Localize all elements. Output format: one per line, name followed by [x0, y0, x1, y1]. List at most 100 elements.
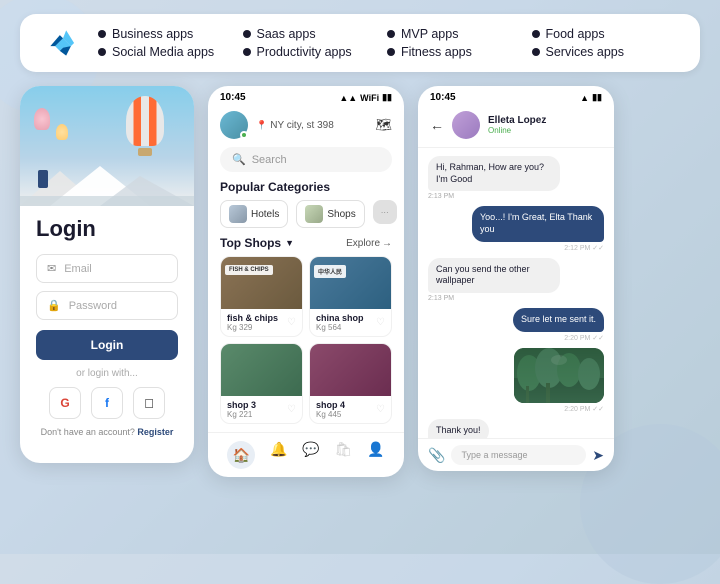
- heart-icon-2[interactable]: ♡: [376, 317, 385, 328]
- search-bar[interactable]: 🔍 Search: [220, 147, 392, 172]
- back-button[interactable]: ←: [430, 117, 444, 133]
- image-overlay: [514, 348, 604, 403]
- or-text: or login with...: [36, 368, 178, 379]
- heart-icon-1[interactable]: ♡: [287, 317, 296, 328]
- shop-info-4: shop 4 Kg 445 ♡: [310, 396, 391, 423]
- hotels-chip[interactable]: Hotels: [220, 200, 288, 228]
- message-input[interactable]: Type a message: [451, 445, 586, 465]
- shop-info-2: china shop Kg 564 ♡: [310, 309, 391, 336]
- chat-status: Online: [488, 126, 602, 135]
- login-title: Login: [36, 216, 178, 242]
- location-info: 📍 NY city, st 398: [256, 120, 367, 131]
- online-dot: [240, 131, 248, 139]
- category-social[interactable]: Social Media apps: [98, 45, 243, 59]
- status-bar-chat: 10:45 ▲ ▮▮: [418, 86, 614, 107]
- password-placeholder: Password: [69, 300, 117, 312]
- shop-price-4: Kg 445: [316, 410, 345, 419]
- nav-bag[interactable]: 🛍: [335, 441, 353, 469]
- shop-name-4: shop 4: [316, 400, 345, 410]
- shops-img: [305, 205, 323, 223]
- heart-icon-4[interactable]: ♡: [376, 404, 385, 415]
- person-figure: [38, 170, 48, 188]
- food-header: 📍 NY city, st 398 🗺: [208, 107, 404, 147]
- shops-chip[interactable]: Shops: [296, 200, 364, 228]
- login-button[interactable]: Login: [36, 330, 178, 360]
- main-content: Login ✉ Email 🔒 Password Login or login …: [0, 72, 720, 477]
- register-link[interactable]: Register: [137, 427, 173, 437]
- msg-time-3: 2:13 PM: [428, 295, 454, 302]
- hotels-label: Hotels: [251, 209, 279, 220]
- category-food[interactable]: Food apps: [532, 27, 677, 41]
- battery-chat-icon: ▮▮: [592, 92, 602, 103]
- send-button[interactable]: ➤: [592, 447, 604, 464]
- top-bar: Business apps Saas apps MVP apps Food ap…: [20, 14, 700, 72]
- more-categories-chip[interactable]: ···: [373, 200, 397, 224]
- email-field[interactable]: ✉ Email: [36, 254, 178, 283]
- register-text: Don't have an account? Register: [36, 427, 178, 437]
- shop-image-2: 中华人民: [310, 257, 391, 309]
- categories-row: Hotels Shops ···: [208, 200, 404, 236]
- main-balloon: [126, 96, 164, 156]
- shop-sign-2: 中华人民: [314, 265, 346, 278]
- top-shops-header: Top Shops ▼ Explore →: [208, 236, 404, 256]
- msg-time-5: 2:20 PM ✓✓: [564, 405, 604, 413]
- battery-icon: ▮▮: [382, 92, 392, 103]
- time-chat: 10:45: [430, 92, 456, 103]
- shops-label: Shops: [327, 209, 355, 220]
- food-phone: 10:45 ▲▲ WiFi ▮▮ 📍 NY city, st 398 🗺: [208, 86, 404, 477]
- social-login-buttons: G f : [36, 387, 178, 419]
- apple-login-button[interactable]: : [133, 387, 165, 419]
- chat-username: Elleta Lopez: [488, 115, 602, 126]
- category-mvp[interactable]: MVP apps: [387, 27, 532, 41]
- category-saas[interactable]: Saas apps: [243, 27, 388, 41]
- nav-profile[interactable]: 👤: [367, 441, 384, 469]
- cat-dot: [387, 30, 395, 38]
- cat-dot: [98, 48, 106, 56]
- wifi-chat-icon: ▲: [580, 93, 589, 103]
- category-productivity[interactable]: Productivity apps: [243, 45, 388, 59]
- cat-dot: [243, 48, 251, 56]
- msg-time-2: 2:12 PM ✓✓: [564, 244, 604, 252]
- msg-group-3: Can you send the other wallpaper 2:13 PM: [428, 258, 604, 302]
- explore-link[interactable]: Explore →: [346, 238, 392, 249]
- facebook-login-button[interactable]: f: [91, 387, 123, 419]
- category-fitness[interactable]: Fitness apps: [387, 45, 532, 59]
- shop-info-1: fish & chips Kg 329 ♡: [221, 309, 302, 336]
- category-business[interactable]: Business apps: [98, 27, 243, 41]
- email-icon: ✉: [47, 262, 56, 275]
- location-pin-icon: 📍: [256, 120, 267, 131]
- shop-grid: FISH & CHIPS fish & chips Kg 329 ♡ 中华人民: [208, 256, 404, 432]
- chat-messages: Hi, Rahman, How are you? I'm Good 2:13 P…: [418, 148, 614, 438]
- password-field[interactable]: 🔒 Password: [36, 291, 178, 320]
- chevron-down-icon: ▼: [285, 238, 294, 248]
- attachment-icon[interactable]: 📎: [428, 447, 445, 464]
- msg-bubble-6: Thank you!: [428, 419, 489, 438]
- msg-group-1: Hi, Rahman, How are you? I'm Good 2:13 P…: [428, 156, 604, 200]
- cat-dot: [532, 30, 540, 38]
- shop-card-2[interactable]: 中华人民 china shop Kg 564 ♡: [309, 256, 392, 337]
- shop-name-2: china shop: [316, 313, 364, 323]
- google-login-button[interactable]: G: [49, 387, 81, 419]
- shop-price-1: Kg 329: [227, 323, 278, 332]
- shop-price-3: Kg 221: [227, 410, 256, 419]
- nav-bell[interactable]: 🔔: [270, 441, 287, 469]
- chat-input-bar: 📎 Type a message ➤: [418, 438, 614, 471]
- shop-card-3[interactable]: shop 3 Kg 221 ♡: [220, 343, 303, 424]
- shop-name-1: fish & chips: [227, 313, 278, 323]
- category-services[interactable]: Services apps: [532, 45, 677, 59]
- user-avatar-wrapper: [220, 111, 248, 139]
- msg-time-4: 2:20 PM ✓✓: [564, 334, 604, 342]
- map-icon[interactable]: 🗺: [375, 117, 392, 133]
- lock-icon: 🔒: [47, 299, 61, 312]
- shop-price-2: Kg 564: [316, 323, 364, 332]
- chat-phone: 10:45 ▲ ▮▮ ← Elleta Lopez Online Hi, R: [418, 86, 614, 471]
- nav-chat[interactable]: 💬: [302, 441, 319, 469]
- wifi-icon: WiFi: [360, 93, 379, 103]
- msg-bubble-1: Hi, Rahman, How are you? I'm Good: [428, 156, 560, 191]
- msg-bubble-4: Sure let me sent it.: [513, 308, 604, 332]
- shop-image-4: [310, 344, 391, 396]
- heart-icon-3[interactable]: ♡: [287, 404, 296, 415]
- shop-card-1[interactable]: FISH & CHIPS fish & chips Kg 329 ♡: [220, 256, 303, 337]
- shop-card-4[interactable]: shop 4 Kg 445 ♡: [309, 343, 392, 424]
- nav-home[interactable]: 🏠: [227, 441, 255, 469]
